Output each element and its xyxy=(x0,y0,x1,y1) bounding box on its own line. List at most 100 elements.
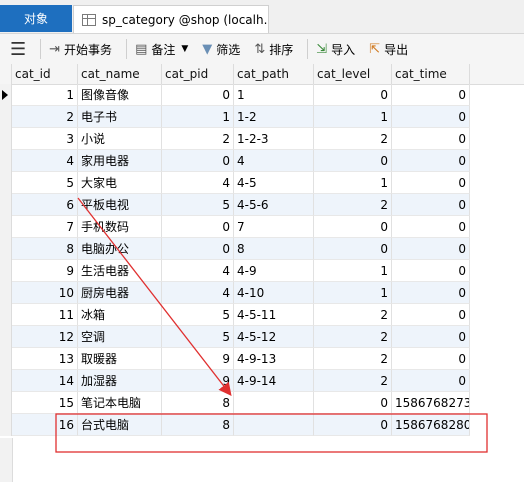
table-row[interactable]: 16 台式电脑 8 0 1586768280 xyxy=(0,414,470,436)
column-header-cat-pid[interactable]: cat_pid xyxy=(162,64,234,84)
cell-cat-time[interactable]: 0 xyxy=(392,282,470,304)
table-row[interactable]: 10 厨房电器 4 4-10 1 0 xyxy=(0,282,470,304)
cell-cat-path[interactable]: 4-5 xyxy=(234,172,314,194)
table-row[interactable]: 8 电脑办公 0 8 0 0 xyxy=(0,238,470,260)
cell-cat-pid[interactable]: 5 xyxy=(162,326,234,348)
cell-cat-level[interactable]: 2 xyxy=(314,194,392,216)
cell-cat-id[interactable]: 6 xyxy=(12,194,78,216)
cell-cat-id[interactable]: 10 xyxy=(12,282,78,304)
cell-cat-level[interactable]: 1 xyxy=(314,106,392,128)
cell-cat-level[interactable]: 2 xyxy=(314,370,392,392)
cell-cat-pid[interactable]: 0 xyxy=(162,238,234,260)
cell-cat-id[interactable]: 14 xyxy=(12,370,78,392)
cell-cat-time[interactable]: 0 xyxy=(392,348,470,370)
cell-cat-time[interactable]: 0 xyxy=(392,106,470,128)
table-row[interactable]: 5 大家电 4 4-5 1 0 xyxy=(0,172,470,194)
cell-cat-name[interactable]: 小说 xyxy=(78,128,162,150)
cell-cat-level[interactable]: 1 xyxy=(314,282,392,304)
cell-cat-level[interactable]: 0 xyxy=(314,216,392,238)
begin-transaction-button[interactable]: ⇥ 开始事务 xyxy=(45,37,116,61)
cell-cat-name[interactable]: 平板电视 xyxy=(78,194,162,216)
cell-cat-name[interactable]: 厨房电器 xyxy=(78,282,162,304)
cell-cat-pid[interactable]: 2 xyxy=(162,128,234,150)
row-gutter-cell[interactable] xyxy=(0,282,12,304)
cell-cat-name[interactable]: 加湿器 xyxy=(78,370,162,392)
row-gutter-cell[interactable] xyxy=(0,216,12,238)
table-row[interactable]: 14 加湿器 9 4-9-14 2 0 xyxy=(0,370,470,392)
row-gutter-cell[interactable] xyxy=(0,172,12,194)
table-row[interactable]: 15 笔记本电脑 8 0 1586768273 xyxy=(0,392,470,414)
cell-cat-id[interactable]: 12 xyxy=(12,326,78,348)
cell-cat-pid[interactable]: 8 xyxy=(162,414,234,436)
column-header-cat-id[interactable]: cat_id xyxy=(12,64,78,84)
column-header-cat-level[interactable]: cat_level xyxy=(314,64,392,84)
memo-button[interactable]: ▤ 备注 ▼ xyxy=(131,37,192,61)
import-button[interactable]: ⇲ 导入 xyxy=(312,37,359,61)
cell-cat-name[interactable]: 电脑办公 xyxy=(78,238,162,260)
cell-cat-path[interactable]: 4-10 xyxy=(234,282,314,304)
row-gutter-cell[interactable] xyxy=(0,238,12,260)
cell-cat-name[interactable]: 取暖器 xyxy=(78,348,162,370)
cell-cat-id[interactable]: 13 xyxy=(12,348,78,370)
cell-cat-time[interactable]: 1586768273 xyxy=(392,392,470,414)
table-row[interactable]: 12 空调 5 4-5-12 2 0 xyxy=(0,326,470,348)
table-row[interactable]: 4 家用电器 0 4 0 0 xyxy=(0,150,470,172)
cell-cat-level[interactable]: 0 xyxy=(314,150,392,172)
row-gutter-cell[interactable] xyxy=(0,150,12,172)
data-grid[interactable]: cat_id cat_name cat_pid cat_path cat_lev… xyxy=(0,64,524,482)
cell-cat-path[interactable]: 1-2-3 xyxy=(234,128,314,150)
row-gutter-cell[interactable] xyxy=(0,414,12,436)
cell-cat-level[interactable]: 2 xyxy=(314,348,392,370)
sort-button[interactable]: ⇅ 排序 xyxy=(250,37,297,61)
row-gutter-cell[interactable] xyxy=(0,304,12,326)
cell-cat-id[interactable]: 16 xyxy=(12,414,78,436)
table-row[interactable]: 9 生活电器 4 4-9 1 0 xyxy=(0,260,470,282)
cell-cat-id[interactable]: 2 xyxy=(12,106,78,128)
cell-cat-pid[interactable]: 4 xyxy=(162,282,234,304)
menu-icon[interactable]: ☰ xyxy=(10,39,26,60)
row-gutter-cell[interactable] xyxy=(0,260,12,282)
table-row[interactable]: 13 取暖器 9 4-9-13 2 0 xyxy=(0,348,470,370)
cell-cat-path[interactable] xyxy=(234,392,314,414)
column-header-cat-time[interactable]: cat_time xyxy=(392,64,470,84)
cell-cat-name[interactable]: 冰箱 xyxy=(78,304,162,326)
cell-cat-path[interactable]: 7 xyxy=(234,216,314,238)
table-row[interactable]: 2 电子书 1 1-2 1 0 xyxy=(0,106,470,128)
cell-cat-pid[interactable]: 8 xyxy=(162,392,234,414)
cell-cat-pid[interactable]: 0 xyxy=(162,84,234,106)
cell-cat-time[interactable]: 0 xyxy=(392,370,470,392)
cell-cat-id[interactable]: 7 xyxy=(12,216,78,238)
cell-cat-level[interactable]: 2 xyxy=(314,304,392,326)
cell-cat-id[interactable]: 4 xyxy=(12,150,78,172)
cell-cat-level[interactable]: 0 xyxy=(314,392,392,414)
column-header-cat-name[interactable]: cat_name xyxy=(78,64,162,84)
cell-cat-id[interactable]: 1 xyxy=(12,84,78,106)
cell-cat-name[interactable]: 生活电器 xyxy=(78,260,162,282)
row-gutter-cell[interactable] xyxy=(0,128,12,150)
row-gutter-cell[interactable] xyxy=(0,392,12,414)
row-gutter-cell[interactable] xyxy=(0,348,12,370)
cell-cat-pid[interactable]: 0 xyxy=(162,216,234,238)
cell-cat-id[interactable]: 9 xyxy=(12,260,78,282)
cell-cat-time[interactable]: 0 xyxy=(392,304,470,326)
cell-cat-time[interactable]: 0 xyxy=(392,172,470,194)
cell-cat-name[interactable]: 笔记本电脑 xyxy=(78,392,162,414)
row-gutter-cell[interactable] xyxy=(0,84,12,106)
cell-cat-level[interactable]: 2 xyxy=(314,128,392,150)
cell-cat-id[interactable]: 8 xyxy=(12,238,78,260)
cell-cat-level[interactable]: 1 xyxy=(314,172,392,194)
cell-cat-path[interactable]: 4-9-14 xyxy=(234,370,314,392)
cell-cat-time[interactable]: 0 xyxy=(392,84,470,106)
cell-cat-pid[interactable]: 1 xyxy=(162,106,234,128)
cell-cat-id[interactable]: 15 xyxy=(12,392,78,414)
cell-cat-path[interactable]: 1 xyxy=(234,84,314,106)
cell-cat-path[interactable]: 4-9-13 xyxy=(234,348,314,370)
cell-cat-path[interactable]: 4 xyxy=(234,150,314,172)
cell-cat-name[interactable]: 电子书 xyxy=(78,106,162,128)
cell-cat-pid[interactable]: 9 xyxy=(162,370,234,392)
cell-cat-name[interactable]: 家用电器 xyxy=(78,150,162,172)
table-row[interactable]: 7 手机数码 0 7 0 0 xyxy=(0,216,470,238)
cell-cat-time[interactable]: 1586768280 xyxy=(392,414,470,436)
cell-cat-id[interactable]: 11 xyxy=(12,304,78,326)
cell-cat-pid[interactable]: 5 xyxy=(162,304,234,326)
